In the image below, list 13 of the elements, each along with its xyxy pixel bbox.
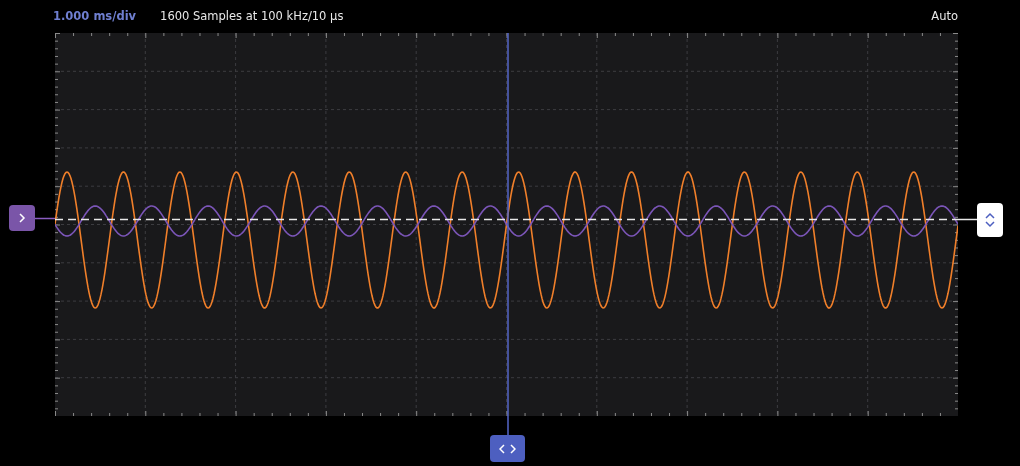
trigger-level-handle[interactable] (977, 203, 1003, 237)
channel-marker[interactable] (9, 205, 35, 231)
leader-line (34, 217, 56, 220)
chevron-up-icon (985, 212, 995, 219)
sample-info: 1600 Samples at 100 kHz/10 µs (160, 7, 344, 25)
time-cursor-handle[interactable] (490, 435, 525, 462)
trigger-mode: Auto (931, 7, 958, 25)
chevron-down-icon (985, 221, 995, 228)
chevron-right-icon (18, 213, 26, 223)
timebase-label: 1.000 ms/div (53, 7, 137, 25)
chevron-left-icon (499, 443, 505, 454)
leader-line (957, 218, 978, 221)
chevron-right-icon (510, 443, 516, 454)
